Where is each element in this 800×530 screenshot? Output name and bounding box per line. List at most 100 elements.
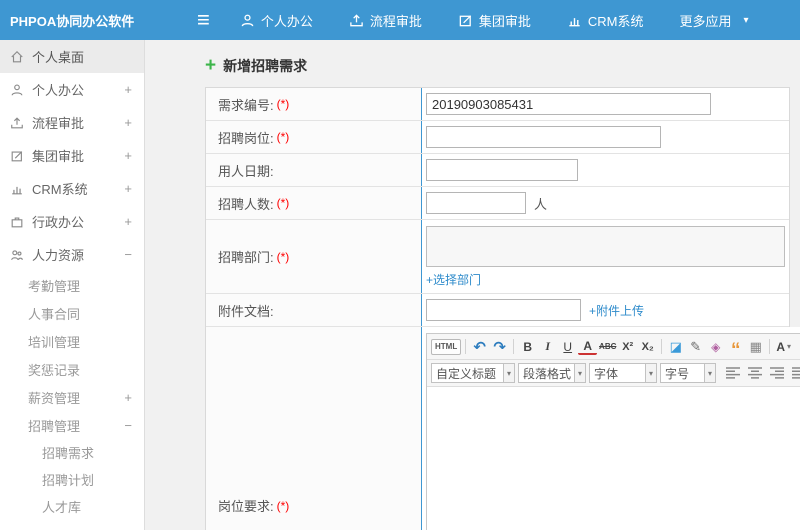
expand-toggle-icon[interactable]: + — [124, 181, 132, 196]
bar-chart-icon — [567, 13, 582, 28]
sidebar-item-attendance[interactable]: 考勤管理 — [0, 271, 144, 299]
bar-chart-icon — [10, 182, 24, 196]
caret-down-icon: ▾ — [787, 342, 792, 351]
sidebar-item-label: 流程审批 — [32, 116, 85, 131]
eraser-icon[interactable]: ◪ — [666, 337, 685, 356]
editor-toolbar-row2: 自定义标题 ▾ 段落格式 ▾ 字体 ▾ 字号 ▾ — [427, 360, 800, 387]
sidebar-item-label: 个人办公 — [32, 83, 85, 98]
people-icon — [10, 248, 24, 262]
paragraph-format-dropdown[interactable]: 段落格式 ▾ — [518, 363, 586, 383]
sidebar-item-label: 招聘需求 — [42, 446, 95, 461]
underline-button[interactable]: U — [558, 337, 577, 356]
expand-toggle-icon[interactable]: + — [124, 214, 132, 229]
briefcase-icon — [10, 215, 24, 229]
toolbar-separator — [513, 339, 515, 354]
sidebar-item-rewards[interactable]: 奖惩记录 — [0, 355, 144, 383]
undo-icon[interactable]: ↶ — [470, 337, 489, 356]
expand-toggle-icon[interactable]: + — [124, 390, 132, 405]
redo-icon[interactable]: ↷ — [490, 337, 509, 356]
strikethrough-button[interactable]: ABC — [598, 337, 617, 356]
align-left-icon[interactable] — [725, 365, 743, 381]
custom-title-dropdown[interactable]: 自定义标题 ▾ — [431, 363, 515, 383]
subscript-button[interactable]: X₂ — [638, 337, 657, 356]
department-textarea[interactable] — [426, 226, 785, 267]
user-icon — [10, 83, 24, 97]
topnav-item-group-approval[interactable]: 集团审批 — [458, 11, 531, 30]
editor-content[interactable] — [427, 387, 800, 530]
sidebar-item-hr[interactable]: 人力资源 − — [0, 238, 144, 271]
sidebar-item-crm[interactable]: CRM系统 + — [0, 172, 144, 205]
font-size-dropdown[interactable]: 字号 ▾ — [660, 363, 716, 383]
font-color-button[interactable]: A — [578, 338, 598, 355]
topnav-item-process-approval[interactable]: 流程审批 — [349, 11, 422, 30]
text-color-dropdown[interactable]: A ▾ — [774, 337, 793, 356]
caret-down-icon: ▾ — [502, 364, 514, 382]
field-label: 招聘部门: — [218, 250, 274, 265]
upload-process-icon — [10, 116, 24, 130]
field-label: 招聘人数: — [218, 196, 274, 212]
format-brush-icon[interactable]: ✎ — [686, 337, 705, 356]
font-family-dropdown[interactable]: 字体 ▾ — [589, 363, 657, 383]
collapse-toggle-icon[interactable]: − — [124, 247, 132, 262]
sidebar-item-personal-office[interactable]: 个人办公 + — [0, 73, 144, 106]
sidebar-item-recruit-mgmt[interactable]: 招聘管理 − — [0, 411, 144, 439]
main-content: + 新增招聘需求 需求编号: (*) 招聘岗位: (*) — [145, 40, 800, 530]
required-mark: (*) — [276, 498, 290, 513]
hire-date-input[interactable] — [426, 159, 578, 181]
sidebar-item-salary[interactable]: 薪资管理 + — [0, 383, 144, 411]
sidebar-item-personal-desktop[interactable]: 个人桌面 — [0, 40, 144, 73]
page-title: 新增招聘需求 — [223, 58, 308, 74]
sidebar-item-recruit-plan[interactable]: 招聘计划 — [0, 466, 144, 493]
html-source-button[interactable]: HTML — [431, 338, 462, 355]
superscript-button[interactable]: X² — [618, 337, 637, 356]
headcount-input[interactable] — [426, 192, 526, 214]
position-input[interactable] — [426, 126, 661, 148]
sidebar-item-admin-office[interactable]: 行政办公 + — [0, 205, 144, 238]
sidebar-item-recruit-request[interactable]: 招聘需求 — [0, 439, 144, 466]
page-header: + 新增招聘需求 — [205, 56, 790, 76]
align-right-icon[interactable] — [769, 365, 787, 381]
edit-icon — [458, 13, 473, 28]
expand-toggle-icon[interactable]: + — [124, 148, 132, 163]
highlight-icon[interactable]: ◈ — [706, 337, 725, 356]
expand-toggle-icon[interactable]: + — [124, 82, 132, 97]
rich-text-editor: HTML ↶ ↷ B I U A ABC X² X₂ ◪ ✎ ◈ “ ▦ A ▾… — [426, 333, 800, 530]
request-number-input[interactable] — [426, 93, 711, 115]
topnav-item-personal-office[interactable]: 个人办公 — [240, 11, 313, 30]
sidebar-item-label: 招聘管理 — [28, 418, 81, 434]
form-row-requirements: 岗位要求: (*) HTML ↶ ↷ B I U A ABC X² X₂ ◪ ✎… — [206, 327, 800, 530]
sidebar-item-label: 招聘计划 — [42, 473, 95, 488]
attachment-upload-link[interactable]: +附件上传 — [589, 302, 644, 319]
sidebar-item-process-approval[interactable]: 流程审批 + — [0, 106, 144, 139]
topnav-label: CRM系统 — [587, 13, 644, 29]
select-department-link[interactable]: +选择部门 — [426, 271, 481, 288]
expand-toggle-icon[interactable]: + — [124, 115, 132, 130]
sidebar-item-group-approval[interactable]: 集团审批 + — [0, 139, 144, 172]
sidebar-item-hr-contract[interactable]: 人事合同 — [0, 299, 144, 327]
topnav-item-more-apps[interactable]: 更多应用 ▾ — [680, 11, 749, 30]
sidebar-item-label: CRM系统 — [32, 182, 88, 197]
topnav-label: 个人办公 — [260, 13, 313, 29]
sidebar-item-label: 人才库 — [42, 500, 82, 515]
user-icon — [240, 13, 255, 28]
sidebar-item-training[interactable]: 培训管理 — [0, 327, 144, 355]
caret-down-icon: ▾ — [573, 364, 585, 382]
attachment-input[interactable] — [426, 299, 581, 321]
italic-button[interactable]: I — [538, 337, 557, 356]
sidebar-item-label: 集团审批 — [32, 149, 85, 164]
hamburger-menu-icon[interactable]: ≡ — [197, 9, 210, 31]
recruit-request-form: 需求编号: (*) 招聘岗位: (*) 用人 — [205, 87, 800, 530]
align-center-icon[interactable] — [747, 365, 765, 381]
align-justify-icon[interactable] — [791, 365, 800, 381]
topnav-item-crm[interactable]: CRM系统 — [567, 11, 644, 30]
table-icon[interactable]: ▦ — [746, 337, 765, 356]
sidebar-item-label: 个人桌面 — [32, 50, 85, 65]
app-logo: PHPOA协同办公软件 — [10, 13, 135, 29]
sidebar-item-talent-pool[interactable]: 人才库 — [0, 493, 144, 520]
field-label: 附件文档: — [218, 303, 274, 319]
blockquote-icon[interactable]: “ — [726, 337, 745, 360]
home-icon — [10, 50, 24, 64]
topnav-label: 更多应用 — [679, 13, 732, 29]
collapse-toggle-icon[interactable]: − — [124, 418, 132, 433]
bold-button[interactable]: B — [518, 337, 537, 356]
